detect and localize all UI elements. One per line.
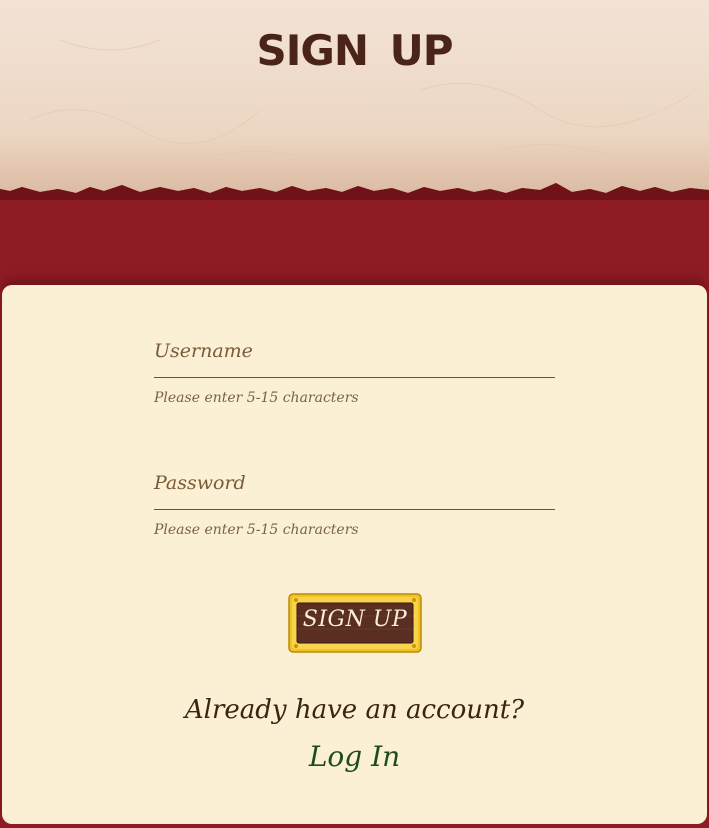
signup-card: Username Please enter 5-15 characters Pa…	[2, 285, 707, 824]
username-input[interactable]	[154, 340, 555, 378]
password-hint: Please enter 5-15 characters	[154, 522, 359, 538]
page-title: SIGN UP	[256, 26, 453, 75]
signup-button-label: SIGN UP	[302, 607, 408, 632]
account-question: Already have an account?	[184, 695, 525, 725]
username-hint: Please enter 5-15 characters	[154, 390, 359, 406]
parchment-header: SIGN UP	[0, 0, 709, 210]
signup-button[interactable]: SIGN UP	[288, 592, 422, 654]
password-input[interactable]	[154, 472, 555, 510]
login-link[interactable]: Log In	[2, 740, 707, 773]
